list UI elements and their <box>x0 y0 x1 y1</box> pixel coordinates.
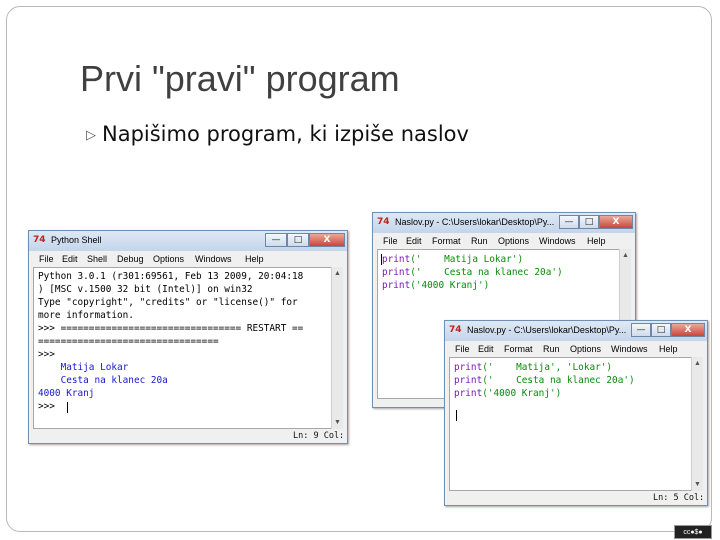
shell-titlebar[interactable]: 74 Python Shell — □ X <box>29 231 347 251</box>
close-button[interactable]: X <box>599 215 633 229</box>
editor-statusbar: Ln: 5 Col: 0 <box>445 491 707 505</box>
maximize-button[interactable]: □ <box>579 215 599 229</box>
shell-menubar: File Edit Shell Debug Options Windows He… <box>29 251 347 267</box>
minimize-button[interactable]: — <box>559 215 579 229</box>
code-line: print('4000 Kranj') <box>454 388 562 399</box>
text-cursor <box>456 410 457 421</box>
python-idle-icon: 74 <box>33 235 46 245</box>
minimize-button[interactable]: — <box>265 233 287 247</box>
shell-line: Type "copyright", "credits" or "license(… <box>38 297 298 308</box>
text-cursor <box>381 254 382 265</box>
minimize-button[interactable]: — <box>631 323 651 337</box>
scroll-up-icon[interactable]: ▲ <box>621 251 630 260</box>
python-idle-icon: 74 <box>449 325 462 335</box>
menu-shell[interactable]: Shell <box>87 254 107 264</box>
menu-file[interactable]: File <box>383 236 398 246</box>
close-button[interactable]: X <box>309 233 345 247</box>
scroll-down-icon[interactable]: ▼ <box>333 418 342 427</box>
menu-edit[interactable]: Edit <box>62 254 78 264</box>
shell-line: more information. <box>38 310 134 321</box>
editor-menubar: File Edit Format Run Options Windows Hel… <box>445 341 707 357</box>
shell-line: Python 3.0.1 (r301:69561, Feb 13 2009, 2… <box>38 271 304 282</box>
shell-line: ) [MSC v.1500 32 bit (Intel)] on win32 <box>38 284 253 295</box>
shell-scrollbar[interactable]: ▲ ▼ <box>331 267 343 429</box>
shell-line: ================================ <box>38 336 219 347</box>
text-cursor <box>67 402 68 413</box>
shell-output: Matija Lokar <box>38 362 129 373</box>
menu-windows[interactable]: Windows <box>195 254 232 264</box>
menu-run[interactable]: Run <box>543 344 560 354</box>
menu-format[interactable]: Format <box>504 344 533 354</box>
code-line: print(' Matija', 'Lokar') <box>454 362 613 373</box>
bullet-item: ▷ Napišimo program, ki izpiše naslov <box>86 122 469 146</box>
menu-edit[interactable]: Edit <box>406 236 422 246</box>
shell-output: 4000 Kranj <box>38 388 95 399</box>
menu-options[interactable]: Options <box>498 236 529 246</box>
menu-format[interactable]: Format <box>432 236 461 246</box>
menu-debug[interactable]: Debug <box>117 254 144 264</box>
menu-help[interactable]: Help <box>659 344 678 354</box>
shell-prompt: >>> <box>38 349 55 360</box>
scroll-up-icon[interactable]: ▲ <box>333 269 342 278</box>
menu-file[interactable]: File <box>455 344 470 354</box>
shell-line: >>> ================================ RES… <box>38 323 304 334</box>
editor-titlebar[interactable]: 74 Naslov.py - C:\Users\lokar\Desktop\Py… <box>373 213 635 233</box>
maximize-button[interactable]: □ <box>651 323 671 337</box>
editor-window: 74 Naslov.py - C:\Users\lokar\Desktop\Py… <box>444 320 708 506</box>
menu-help[interactable]: Help <box>245 254 264 264</box>
maximize-button[interactable]: □ <box>287 233 309 247</box>
shell-window-title: Python Shell <box>51 235 102 245</box>
editor-window-title: Naslov.py - C:\Users\lokar\Desktop\Py... <box>467 325 627 335</box>
bullet-text: Napišimo program, ki izpiše naslov <box>102 122 469 146</box>
code-line: print(' Cesta na klanec 20a') <box>382 267 563 278</box>
code-line: print(' Matija Lokar') <box>382 254 524 265</box>
menu-options[interactable]: Options <box>570 344 601 354</box>
shell-statusbar: Ln: 9 Col: 4 <box>29 429 347 443</box>
menu-help[interactable]: Help <box>587 236 606 246</box>
bullet-arrow-icon: ▷ <box>86 128 96 143</box>
scroll-up-icon[interactable]: ▲ <box>693 359 702 368</box>
menu-run[interactable]: Run <box>471 236 488 246</box>
menu-file[interactable]: File <box>39 254 54 264</box>
menu-windows[interactable]: Windows <box>611 344 648 354</box>
menu-options[interactable]: Options <box>153 254 184 264</box>
editor-scrollbar[interactable]: ▲ ▼ <box>691 357 703 491</box>
editor-titlebar[interactable]: 74 Naslov.py - C:\Users\lokar\Desktop\Py… <box>445 321 707 341</box>
code-line: print(' Cesta na klanec 20a') <box>454 375 635 386</box>
slide-title: Prvi "pravi" program <box>80 58 400 99</box>
editor-menubar: File Edit Format Run Options Windows Hel… <box>373 233 635 249</box>
cc-license-icon: cc●$● <box>674 525 712 539</box>
shell-output: Cesta na klanec 20a <box>38 375 168 386</box>
shell-text-area[interactable]: Python 3.0.1 (r301:69561, Feb 13 2009, 2… <box>33 267 333 429</box>
shell-prompt: >>> <box>38 401 61 412</box>
close-button[interactable]: X <box>671 323 705 337</box>
cursor-position: Ln: 5 Col: 0 <box>653 493 707 503</box>
code-line: print('4000 Kranj') <box>382 280 490 291</box>
python-idle-icon: 74 <box>377 217 390 227</box>
scroll-down-icon[interactable]: ▼ <box>693 480 702 489</box>
menu-windows[interactable]: Windows <box>539 236 576 246</box>
menu-edit[interactable]: Edit <box>478 344 494 354</box>
python-shell-window: 74 Python Shell — □ X File Edit Shell De… <box>28 230 348 444</box>
cursor-position: Ln: 9 Col: 4 <box>293 431 347 441</box>
editor-window-title: Naslov.py - C:\Users\lokar\Desktop\Py... <box>395 217 555 227</box>
editor-text-area[interactable]: print(' Matija', 'Lokar') print(' Cesta … <box>449 357 693 491</box>
